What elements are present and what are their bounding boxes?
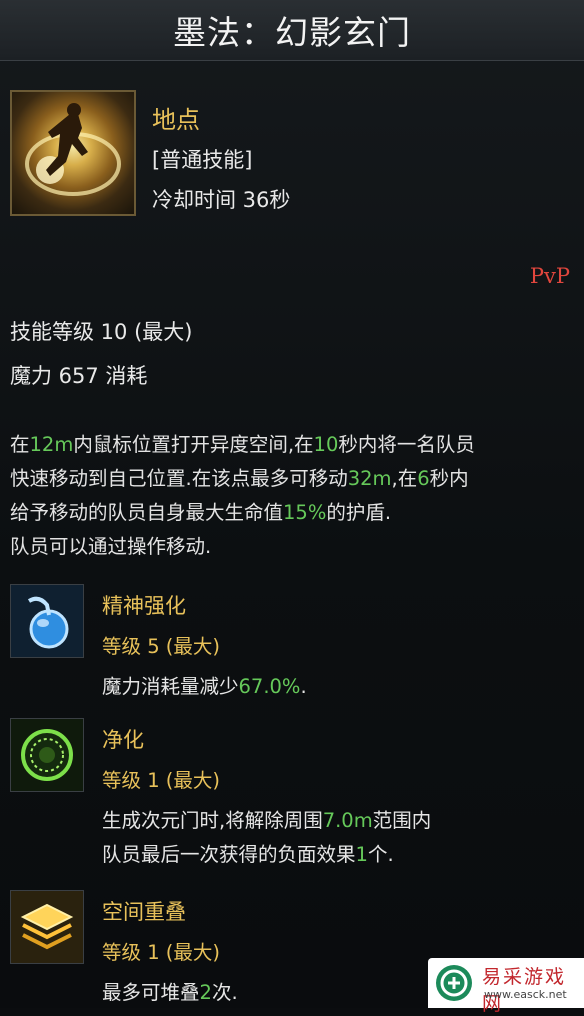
mana-potion-icon <box>10 584 84 658</box>
site-logo-icon <box>436 965 472 1001</box>
description-line: 队员可以通过操作移动. <box>10 535 212 558</box>
skill-type: [普通技能] <box>152 148 253 172</box>
description-line: 快速移动到自己位置.在该点最多可移动32m,在6秒内 <box>10 467 469 490</box>
site-watermark: 易采游戏网 www.easck.net <box>428 958 584 1015</box>
purify-ring-icon <box>10 718 84 792</box>
watermark-url: www.easck.net <box>484 988 567 1001</box>
tripod-name: 精神强化 <box>102 594 186 618</box>
tripod-level: 等级 5 (最大) <box>102 635 221 658</box>
skill-tooltip: 墨法：幻影玄门 地点 [普通技能] 冷却时间 36秒 PvP 技能等级 10 (… <box>0 0 584 1015</box>
tripod-item: 精神强化 等级 5 (最大) 魔力消耗量减少67.0%. <box>10 584 580 704</box>
tripod-effect: 魔力消耗量减少67.0%. <box>102 675 307 698</box>
portal-caster-icon <box>10 90 136 216</box>
pvp-badge: PvP <box>529 264 570 288</box>
description-line: 在12m内鼠标位置打开异度空间,在10秒内将一名队员 <box>10 433 475 456</box>
stacked-layers-icon <box>10 890 84 964</box>
skill-name: 地点 <box>152 106 200 134</box>
tripod-level: 等级 1 (最大) <box>102 941 221 964</box>
tripod-item: 净化 等级 1 (最大) 生成次元门时,将解除周围7.0m范围内 队员最后一次获… <box>10 718 580 866</box>
title-bar: 墨法：幻影玄门 <box>0 0 584 61</box>
skill-level: 技能等级 10 (最大) <box>10 320 193 344</box>
tripod-name: 空间重叠 <box>102 900 186 924</box>
cooldown-text: 冷却时间 36秒 <box>152 188 291 212</box>
skill-description: 在12m内鼠标位置打开异度空间,在10秒内将一名队员 快速移动到自己位置.在该点… <box>10 428 580 564</box>
description-line: 给予移动的队员自身最大生命值15%的护盾. <box>10 501 392 524</box>
tripod-effect: 生成次元门时,将解除周围7.0m范围内 队员最后一次获得的负面效果1个. <box>102 809 432 866</box>
page-title: 墨法：幻影玄门 <box>173 13 411 52</box>
tripod-name: 净化 <box>102 728 144 752</box>
mana-cost: 魔力 657 消耗 <box>10 364 148 388</box>
tripod-level: 等级 1 (最大) <box>102 769 221 792</box>
